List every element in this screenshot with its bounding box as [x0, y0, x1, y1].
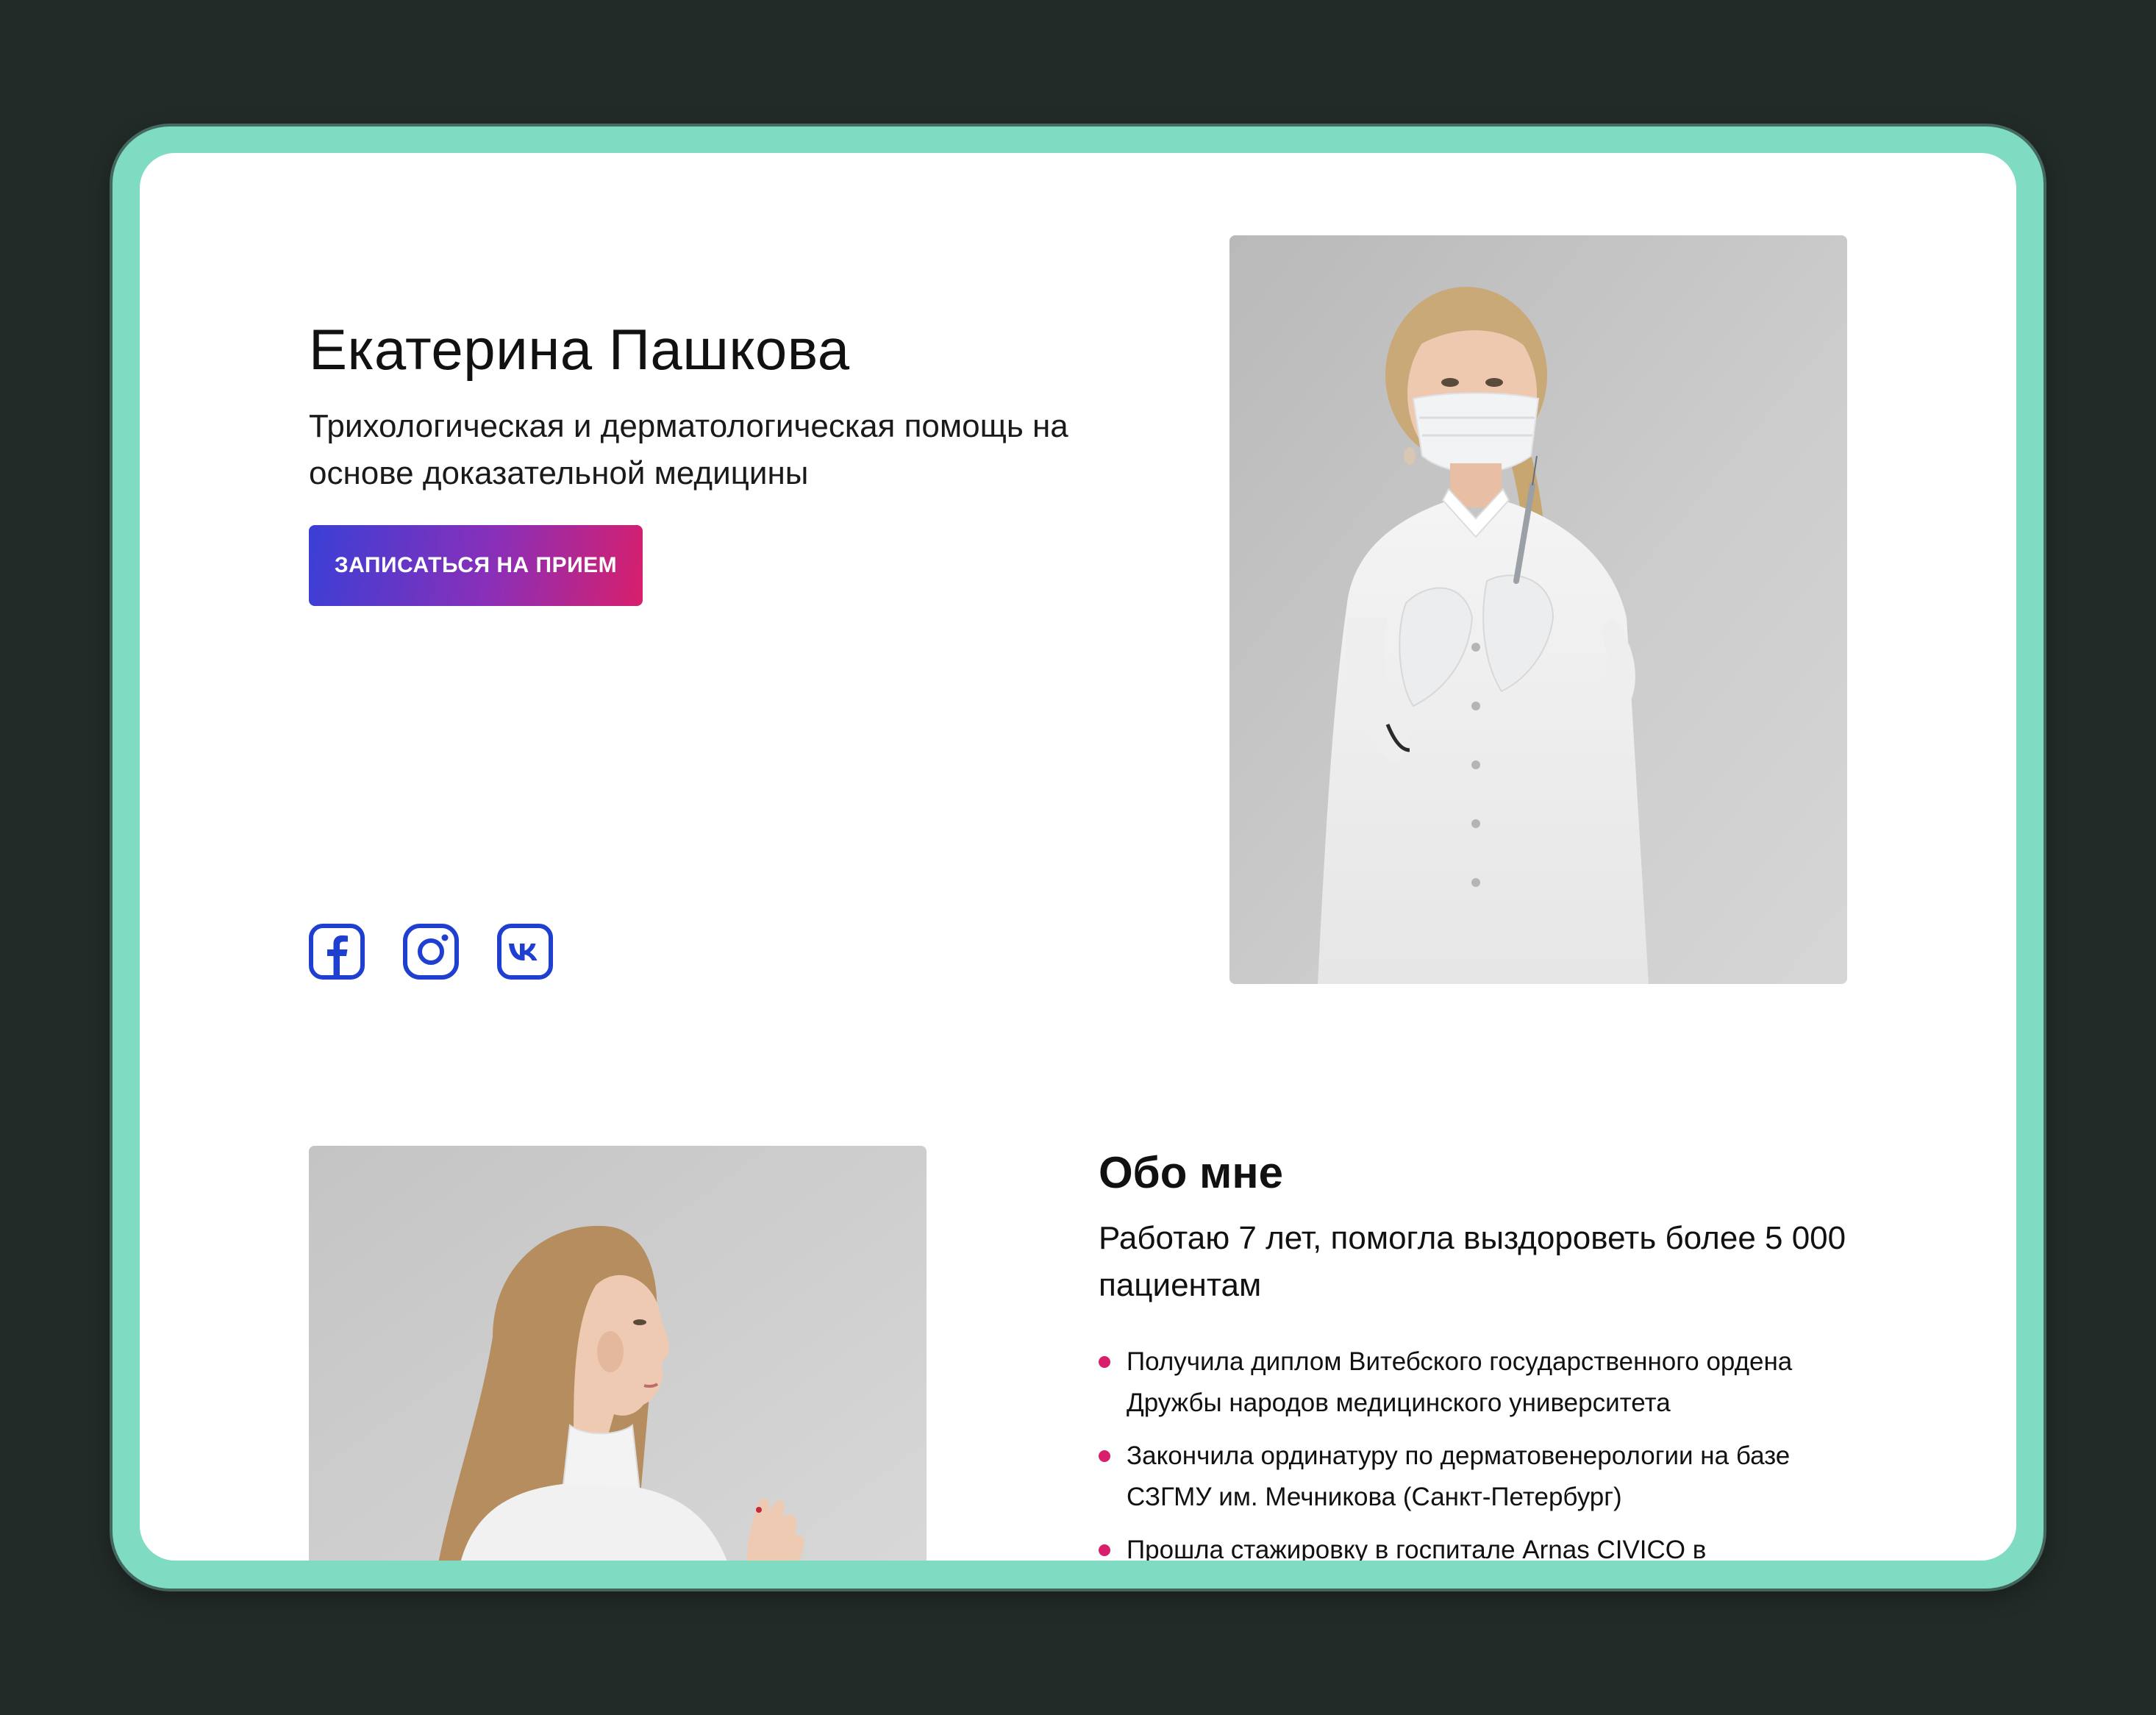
list-item: Получила диплом Витебского государственн… [1099, 1341, 1878, 1424]
list-item-text: Получила диплом Витебского государственн… [1127, 1347, 1793, 1417]
about-heading: Обо мне [1099, 1148, 1284, 1197]
bullet-dot-icon [1099, 1450, 1110, 1462]
bullet-dot-icon [1099, 1356, 1110, 1368]
instagram-link[interactable] [403, 924, 459, 980]
browser-window: Екатерина Пашкова Трихологическая и дерм… [140, 153, 2016, 1561]
about-lead: Работаю 7 лет, помогла выздороветь более… [1099, 1220, 1846, 1303]
bullet-dot-icon [1099, 1544, 1110, 1556]
book-appointment-button[interactable]: ЗАПИСАТЬСЯ НА ПРИЕМ [309, 525, 643, 606]
doctor-portrait-photo [1229, 235, 1847, 984]
facebook-icon [309, 924, 365, 980]
list-item: Закончила ординатуру по дерматовенеролог… [1099, 1436, 1878, 1518]
facebook-link[interactable] [309, 924, 365, 980]
doctor-name: Екатерина Пашкова [309, 317, 850, 382]
list-item: Прошла стажировку в госпитале Arnas CIVI… [1099, 1530, 1878, 1561]
list-item-text: Закончила ординатуру по дерматовенеролог… [1127, 1441, 1791, 1511]
hero-subtitle: Трихологическая и дерматологическая помо… [309, 408, 1068, 491]
list-item-text: Прошла стажировку в госпитале Arnas CIVI… [1127, 1536, 1707, 1561]
instagram-icon [403, 924, 459, 980]
doctor-profile-photo [309, 1146, 927, 1561]
vk-link[interactable] [497, 924, 553, 980]
vk-icon [497, 924, 553, 980]
about-list: Получила диплом Витебского государственн… [1099, 1341, 1878, 1561]
